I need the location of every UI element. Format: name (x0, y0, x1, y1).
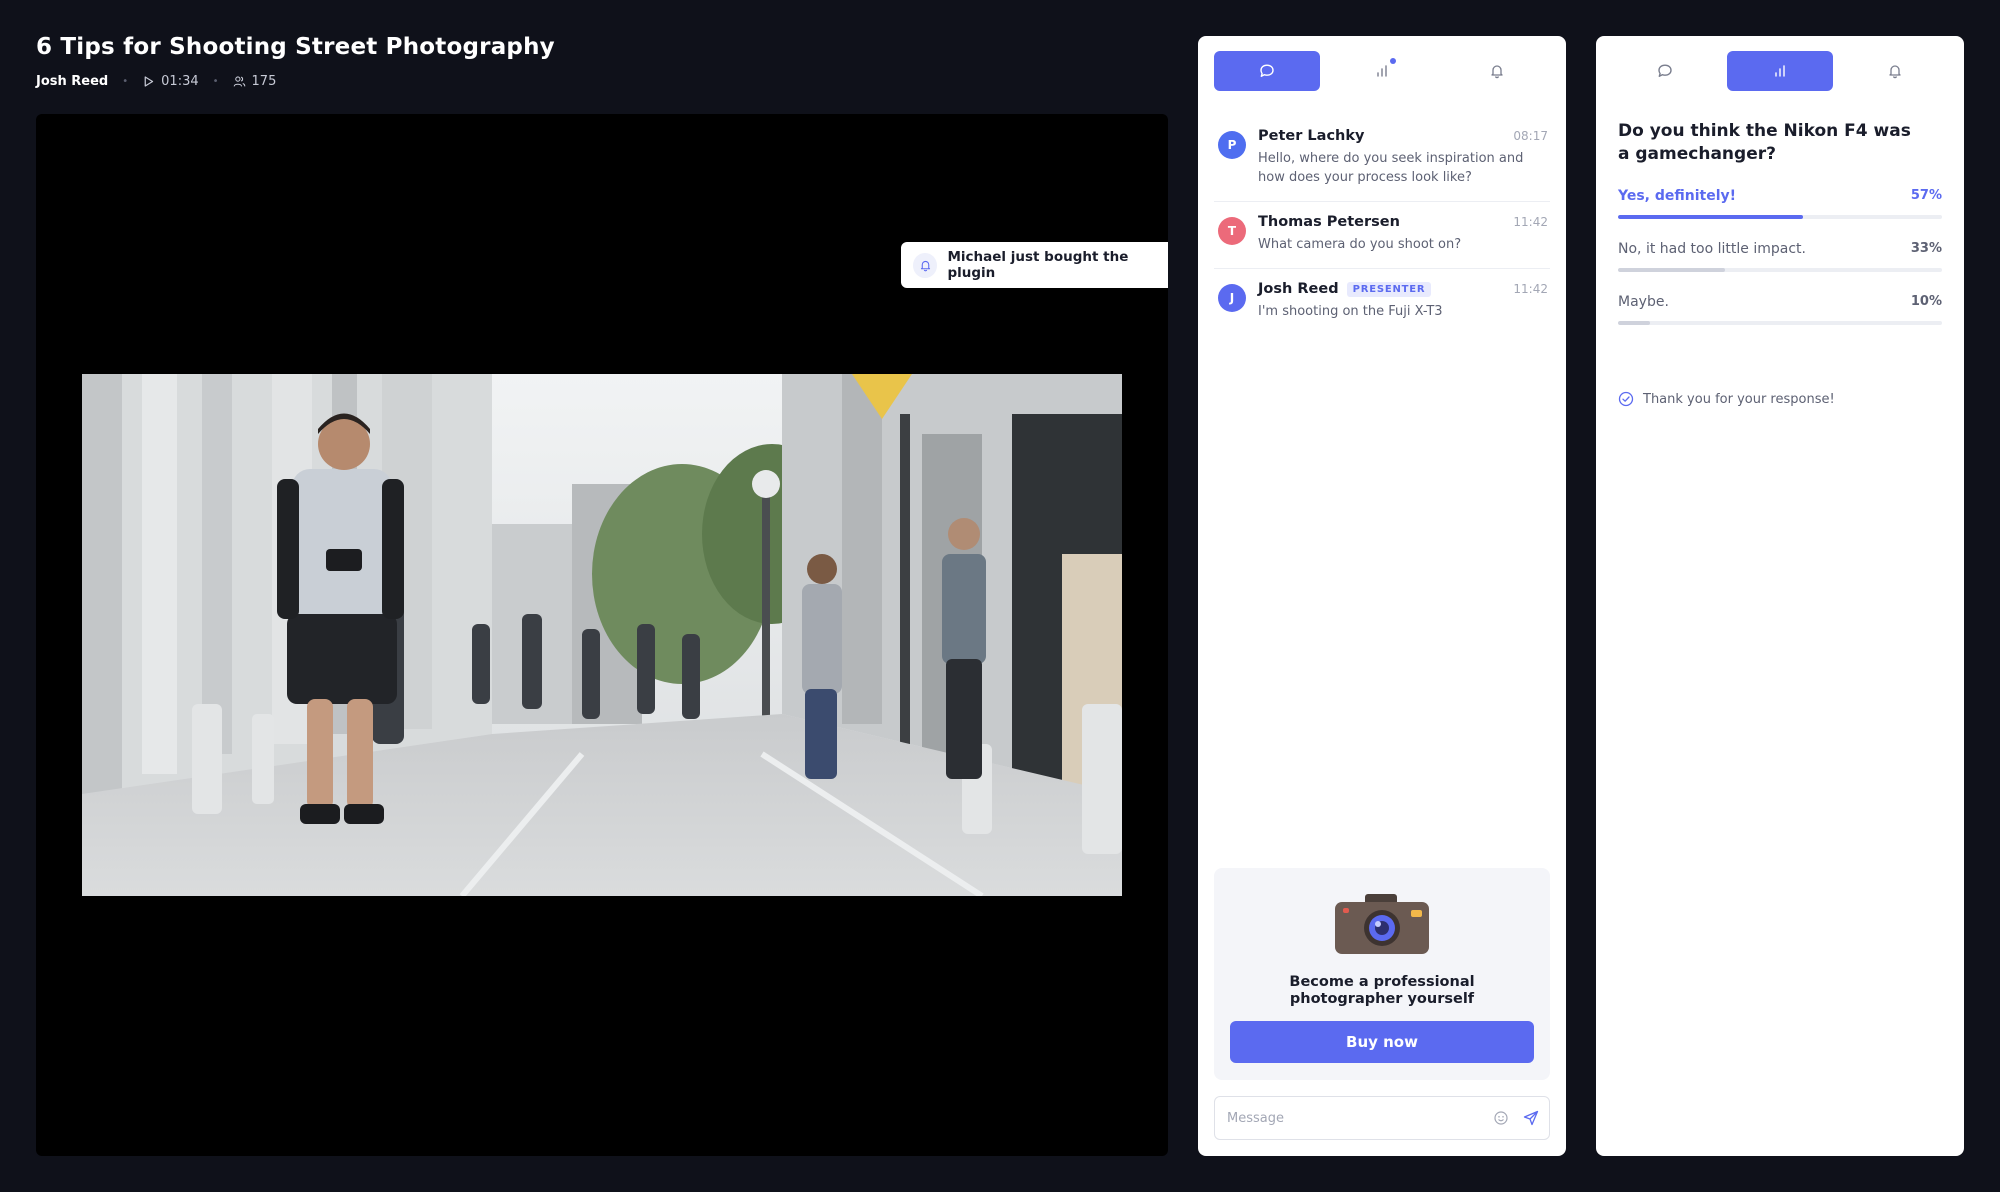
avatar[interactable]: T (1218, 217, 1246, 245)
poll-option-label: Maybe. (1618, 294, 1669, 310)
unread-dot (1390, 58, 1396, 64)
message-text: Hello, where do you seek inspiration and… (1258, 151, 1524, 185)
poll-icon (1775, 65, 1785, 77)
poll-option-label: No, it had too little impact. (1618, 241, 1806, 257)
separator-dot: • (212, 76, 219, 87)
poll-option-bar (1618, 268, 1942, 272)
message-time: 11:42 (1513, 215, 1548, 229)
message-author: Josh Reed (1258, 281, 1339, 297)
emoji-icon[interactable] (1493, 1110, 1509, 1126)
tab-chat[interactable] (1214, 51, 1320, 91)
poll-options: Yes, definitely! 57% No, it had too litt… (1618, 188, 1942, 347)
poll-panel: Do you think the Nikon F4 was a gamechan… (1596, 36, 1964, 1156)
chat-message: J Josh Reed PRESENTER I'm shooting on th… (1214, 269, 1550, 335)
message-author: Thomas Petersen (1258, 214, 1400, 230)
separator-dot: • (122, 76, 129, 87)
poll-icon (1377, 65, 1387, 77)
poll-option-percent: 57% (1910, 188, 1942, 203)
bell-icon (913, 252, 938, 278)
viewer-count-value: 175 (251, 74, 277, 89)
chat-messages: P Peter Lachky Hello, where do you seek … (1214, 120, 1550, 335)
video-player[interactable]: Michael just bought the plugin (36, 114, 1168, 1156)
video-meta: Josh Reed • 01:34 • 175 (36, 74, 276, 89)
poll-option-bar-fill (1618, 215, 1803, 219)
check-circle-icon (1618, 391, 1634, 407)
poll-panel-tabs (1612, 51, 1948, 91)
poll-option-label: Yes, definitely! (1618, 188, 1737, 204)
promo-title: Become a professional photographer yours… (1289, 974, 1475, 1007)
duration-value: 01:34 (161, 74, 199, 89)
poll-option[interactable]: No, it had too little impact. 33% (1618, 241, 1942, 272)
poll-option-percent: 10% (1910, 294, 1942, 309)
tab-notifications[interactable] (1444, 51, 1550, 91)
tab-notifications[interactable] (1842, 51, 1948, 91)
send-icon[interactable] (1523, 1110, 1539, 1126)
poll-option-bar-fill (1618, 321, 1651, 325)
bell-icon (1889, 65, 1901, 79)
poll-thanks-text: Thank you for your response! (1643, 391, 1835, 407)
tab-poll[interactable] (1727, 51, 1833, 91)
message-time: 11:42 (1513, 282, 1548, 296)
notification-text: Michael just bought the plugin (947, 249, 1129, 281)
promo-card: Become a professional photographer yours… (1214, 868, 1550, 1080)
message-text: I'm shooting on the Fuji X-T3 (1258, 304, 1443, 319)
street-scene-image (82, 374, 1122, 896)
poll-option-percent: 33% (1910, 241, 1942, 256)
poll-option-bar-fill (1618, 268, 1725, 272)
camera-icon (1335, 894, 1429, 954)
viewer-count: 175 (233, 74, 277, 89)
poll-question: Do you think the Nikon F4 was a gamechan… (1618, 121, 1911, 164)
duration: 01:34 (142, 74, 199, 89)
poll-option-bar (1618, 321, 1942, 325)
poll-option[interactable]: Yes, definitely! 57% (1618, 188, 1942, 219)
author-name[interactable]: Josh Reed (36, 74, 108, 89)
chat-message: P Peter Lachky Hello, where do you seek … (1214, 120, 1550, 202)
poll-option[interactable]: Maybe. 10% (1618, 294, 1942, 325)
message-author: Peter Lachky (1258, 128, 1365, 144)
presenter-badge: PRESENTER (1346, 281, 1432, 297)
purchase-notification: Michael just bought the plugin (901, 242, 1168, 288)
bell-icon (1491, 65, 1503, 79)
poll-confirmation: Thank you for your response! (1618, 391, 1835, 407)
page-title: 6 Tips for Shooting Street Photography (36, 34, 555, 60)
buy-now-button[interactable]: Buy now (1230, 1021, 1534, 1063)
chat-panel-tabs (1214, 51, 1550, 91)
poll-option-bar (1618, 215, 1942, 219)
message-time: 08:17 (1513, 129, 1548, 143)
tab-chat[interactable] (1612, 51, 1718, 91)
avatar[interactable]: J (1218, 284, 1246, 312)
tab-poll[interactable] (1329, 51, 1435, 91)
avatar[interactable]: P (1218, 131, 1246, 159)
users-icon (233, 76, 245, 87)
chat-icon (1658, 64, 1672, 77)
message-input[interactable] (1227, 1110, 1479, 1126)
video-frame[interactable] (82, 374, 1122, 896)
message-composer (1214, 1096, 1550, 1140)
play-icon (144, 76, 154, 87)
chat-message: T Thomas Petersen What camera do you sho… (1214, 202, 1550, 269)
chat-icon (1260, 64, 1274, 77)
chat-panel: P Peter Lachky Hello, where do you seek … (1198, 36, 1566, 1156)
message-text: What camera do you shoot on? (1258, 237, 1462, 252)
